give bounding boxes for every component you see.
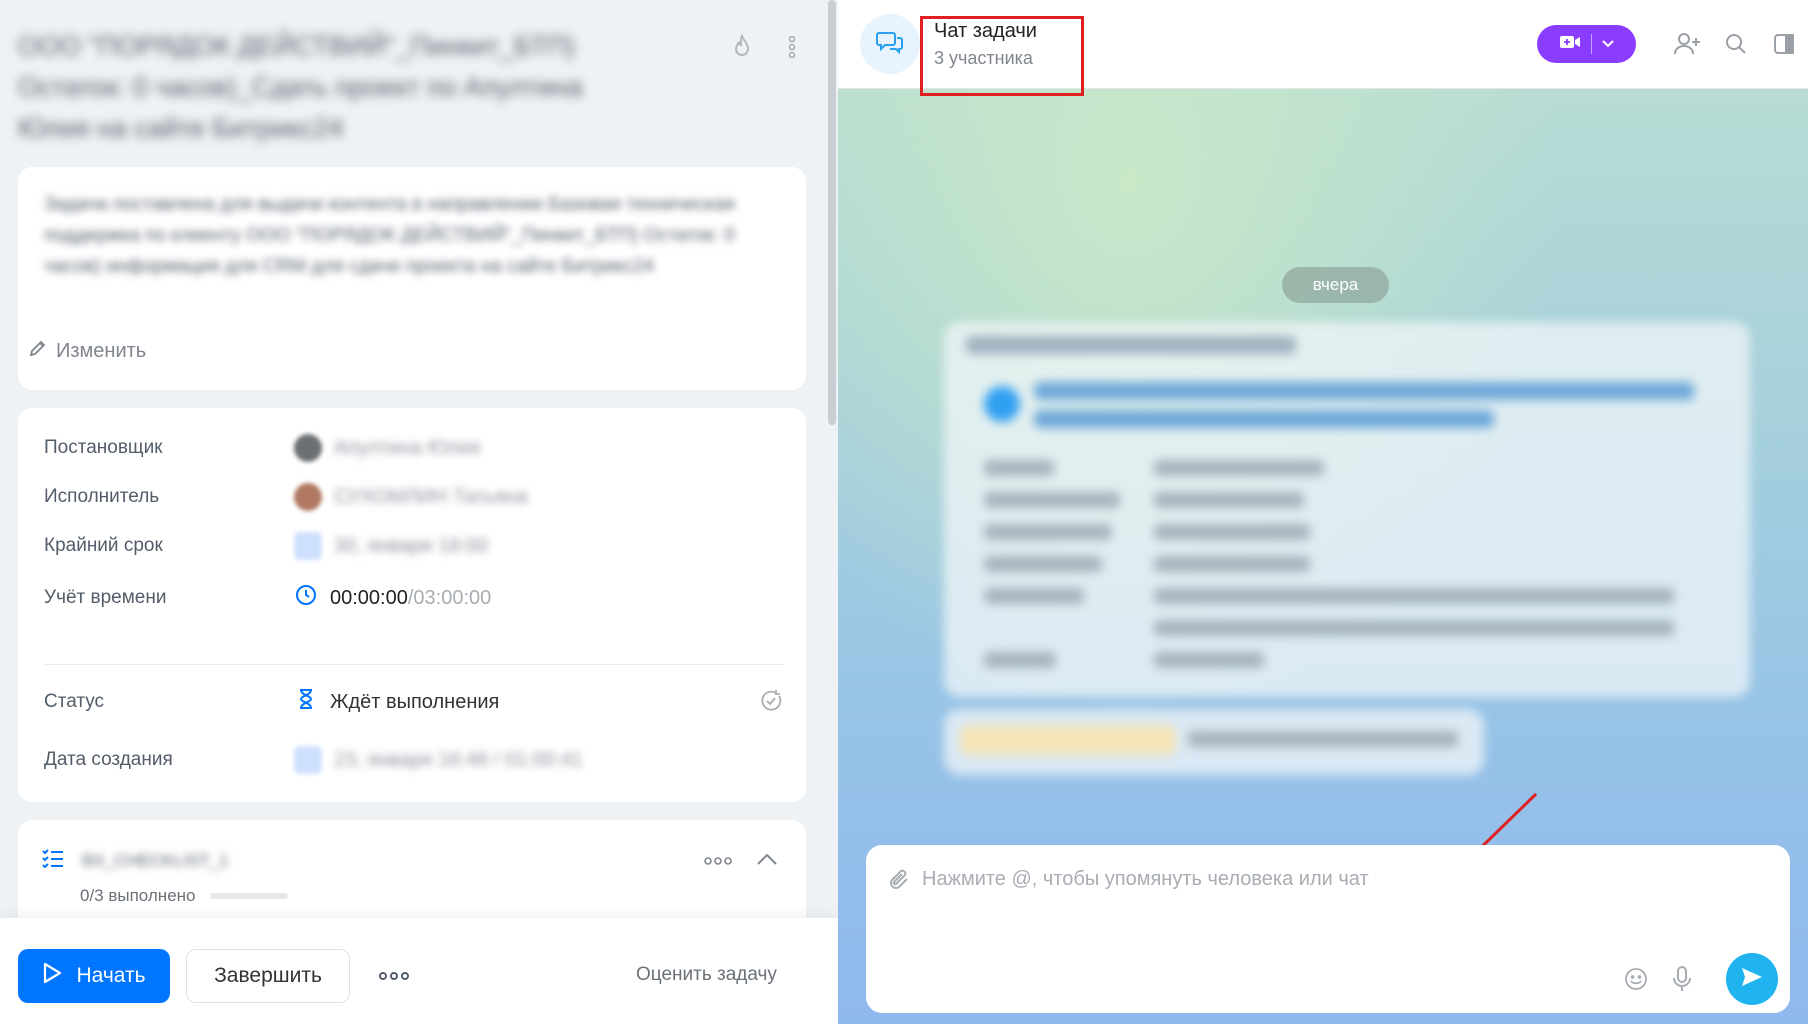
kebab-icon[interactable] (778, 30, 806, 64)
date-divider: вчера (1282, 267, 1389, 303)
edit-label: Изменить (56, 339, 147, 362)
finish-label: Завершить (214, 964, 322, 987)
assignee-label: Исполнитель (44, 486, 160, 507)
creator-label: Постановщик (44, 437, 163, 458)
creator-name: Апултина Юлия (334, 436, 481, 459)
start-button[interactable]: Начать (18, 949, 170, 1003)
properties-card: Постановщик Апултина Юлия Исполнитель СУ… (18, 408, 806, 802)
status-value: Ждёт выполнения (294, 687, 499, 717)
video-call-button[interactable] (1537, 25, 1636, 63)
checklist-title: BX_CHECKLIST_1 (82, 850, 229, 870)
chat-header: Чат задачи 3 участника (838, 0, 1808, 96)
task-description: Задача поставлена для выдачи контента в … (44, 194, 735, 277)
deadline-value[interactable]: 30, января 18:00 (294, 532, 488, 560)
microphone-icon[interactable] (1666, 963, 1698, 995)
deadline-date: 30, января 18:00 (334, 534, 489, 557)
pencil-icon (28, 338, 48, 364)
assignee-row: Исполнитель СУХОМЛИН Татьяна (44, 479, 784, 515)
avatar (294, 434, 322, 462)
system-message (944, 709, 1484, 775)
start-label: Начать (76, 964, 146, 987)
chevron-down-icon[interactable] (1602, 35, 1614, 53)
assignee-name: СУХОМЛИН Татьяна (334, 485, 528, 508)
creator-row: Постановщик Апултина Юлия (44, 430, 784, 466)
chat-bubbles-icon (876, 29, 904, 60)
deadline-label: Крайний срок (44, 535, 163, 556)
created-row: Дата создания 23, января 16:48 / 01:00:4… (44, 742, 784, 778)
rate-task-link[interactable]: Оценить задачу (636, 964, 777, 986)
repeat-check-icon[interactable] (758, 688, 784, 719)
calendar-icon (294, 746, 322, 774)
chat-avatar[interactable] (860, 14, 920, 74)
divider (44, 664, 784, 665)
time-value[interactable]: 00:00:00/03:00:00 (294, 583, 491, 613)
chat-title[interactable]: Чат задачи (934, 20, 1037, 43)
play-icon (42, 962, 62, 990)
more-actions-button[interactable] (372, 958, 416, 994)
emoji-icon[interactable] (1620, 963, 1652, 995)
time-tracking-row: Учёт времени 00:00:00/03:00:00 (44, 580, 784, 616)
created-date: 23, января 16:48 / 01:00:41 (334, 748, 583, 771)
task-footer: Начать Завершить Оценить задачу (0, 918, 838, 1024)
message-composer (866, 845, 1790, 1013)
avatar (294, 483, 322, 511)
status-row: Статус Ждёт выполнения (44, 684, 784, 720)
time-spent: 00:00:00 (330, 586, 408, 609)
checklist-actions (704, 850, 778, 871)
hourglass-icon (294, 687, 318, 717)
created-value: 23, января 16:48 / 01:00:41 (294, 746, 583, 774)
video-camera-icon (1559, 34, 1581, 55)
message-input[interactable] (922, 859, 1742, 899)
task-created-message (944, 322, 1750, 697)
finish-button[interactable]: Завершить (186, 949, 350, 1003)
checklist-progress: 0/3 выполнено (80, 886, 288, 906)
status-label: Статус (44, 691, 105, 712)
checklist-card: BX_CHECKLIST_1 0/3 выполнено (18, 820, 806, 930)
time-estimate: 03:00:00 (413, 586, 492, 609)
title-actions (728, 30, 806, 64)
send-icon (1740, 966, 1764, 993)
chat-participants[interactable]: 3 участника (934, 48, 1033, 69)
assignee-value[interactable]: СУХОМЛИН Татьяна (294, 483, 527, 511)
search-icon[interactable] (1712, 24, 1760, 64)
paperclip-icon[interactable] (884, 865, 914, 895)
task-panel: ООО "ПОРЯДОК ДЕЙСТВИЙ"_Пинкит_БТП) Остат… (0, 0, 838, 1024)
more-icon[interactable] (704, 850, 732, 871)
sidebar-icon[interactable] (1760, 24, 1808, 64)
fire-icon[interactable] (728, 30, 756, 64)
time-label: Учёт времени (44, 587, 167, 608)
checklist-header[interactable]: BX_CHECKLIST_1 (42, 848, 228, 873)
add-user-icon[interactable] (1664, 24, 1712, 64)
clock-icon (294, 583, 318, 613)
edit-description-link[interactable]: Изменить (28, 338, 146, 364)
checklist-progress-text: 0/3 выполнено (80, 886, 196, 905)
status-text: Ждёт выполнения (330, 690, 500, 713)
chat-panel: вчера Чат задачи 3 участника Нажмите @, … (838, 0, 1808, 1024)
progress-bar (209, 893, 288, 899)
created-label: Дата создания (44, 749, 173, 770)
chat-header-actions (1537, 24, 1808, 64)
deadline-row: Крайний срок 30, января 18:00 (44, 528, 784, 564)
calendar-icon (294, 532, 322, 560)
chevron-up-icon[interactable] (756, 850, 778, 871)
task-title: ООО "ПОРЯДОК ДЕЙСТВИЙ"_Пинкит_БТП) Остат… (18, 31, 583, 143)
creator-value[interactable]: Апултина Юлия (294, 434, 480, 462)
checklist-icon (42, 848, 64, 873)
scrollbar[interactable] (828, 0, 836, 425)
composer-actions (1620, 953, 1778, 1005)
send-button[interactable] (1726, 953, 1778, 1005)
